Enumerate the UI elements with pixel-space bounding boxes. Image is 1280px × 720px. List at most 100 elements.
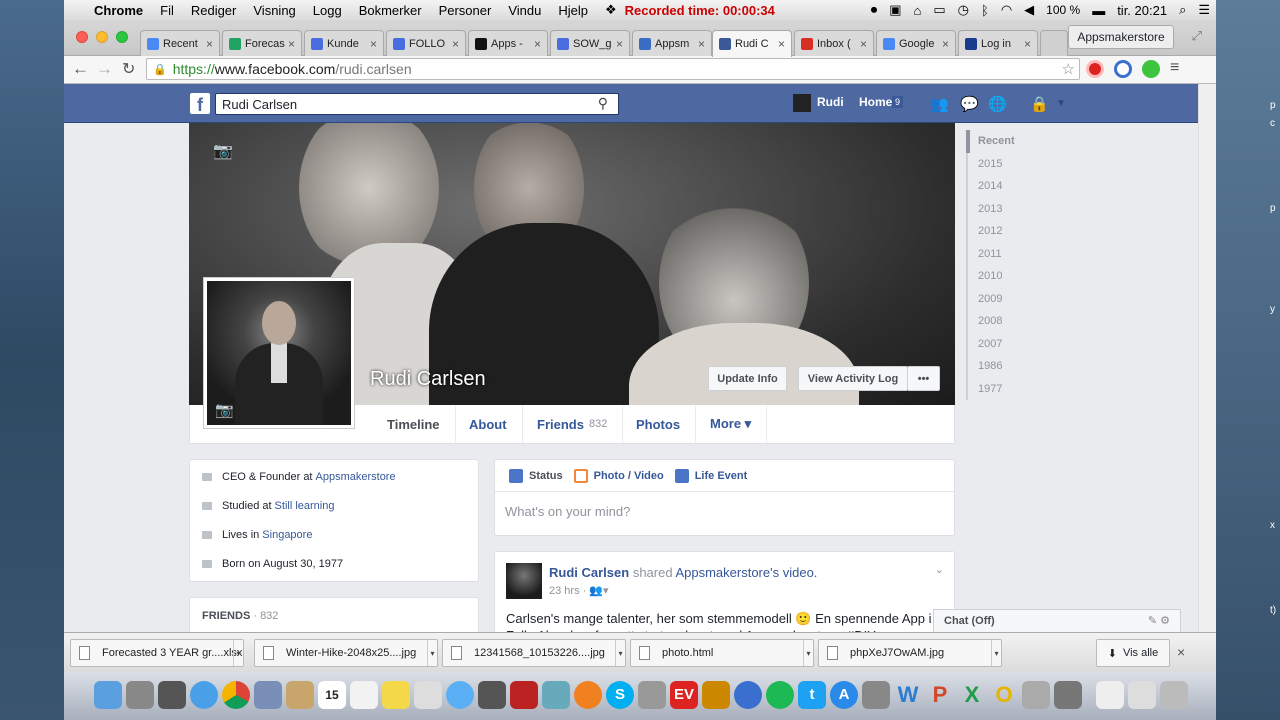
trash-icon[interactable] [1160, 681, 1188, 709]
year-link[interactable]: 2009 [966, 287, 1046, 310]
tab-close-icon[interactable]: × [370, 37, 377, 51]
chrome-icon[interactable] [222, 681, 250, 709]
new-tab-button[interactable] [1040, 30, 1068, 56]
back-icon[interactable]: ← [72, 59, 89, 79]
post-avatar[interactable] [506, 563, 542, 599]
year-link[interactable]: 2012 [966, 220, 1046, 243]
tab-close-icon[interactable]: × [942, 37, 949, 51]
post-page-link[interactable]: Appsmakerstore [675, 565, 770, 580]
year-link[interactable]: 2010 [966, 265, 1046, 288]
itunes-icon[interactable] [542, 681, 570, 709]
browser-tab[interactable]: Kunde × [304, 30, 384, 56]
year-link[interactable]: Recent [966, 130, 1046, 153]
user-name-link[interactable]: Rudi [817, 95, 844, 109]
twitter-icon[interactable]: t [798, 681, 826, 709]
time-machine-icon[interactable]: ◷ [958, 2, 969, 18]
year-link[interactable]: 2007 [966, 332, 1046, 355]
photos-icon[interactable] [414, 681, 442, 709]
display-icon[interactable]: ▭ [933, 2, 945, 18]
browser-tab[interactable]: SOW_g × [550, 30, 630, 56]
close-window-button[interactable] [76, 31, 88, 43]
evernote-dock-icon[interactable]: EV [670, 681, 698, 709]
address-bar[interactable]: 🔒 https://www.facebook.com/rudi.carlsen … [146, 58, 1080, 80]
year-link[interactable]: 2008 [966, 310, 1046, 333]
tab-timeline[interactable]: Timeline [372, 405, 456, 443]
browser-tab[interactable]: Appsm × [632, 30, 712, 56]
view-activity-log-button[interactable]: View Activity Log [798, 366, 908, 391]
close-downloads-icon[interactable]: × [1177, 644, 1185, 660]
quicktime-icon[interactable] [734, 681, 762, 709]
outlook-icon[interactable]: O [990, 681, 1018, 709]
profile-picture[interactable]: 📷 [203, 277, 355, 429]
opera-extension-icon[interactable] [1086, 60, 1104, 78]
tab-close-icon[interactable]: × [860, 37, 867, 51]
chat-bar[interactable]: Chat (Off) ✎ ⚙ [933, 609, 1181, 632]
download-item[interactable]: Forecasted 3 YEAR gr....xlsx ▾ [70, 639, 244, 667]
tab-more[interactable]: More ▾ [695, 405, 768, 443]
browser-tab-active[interactable]: Rudi C × [712, 30, 792, 57]
volume-icon[interactable]: ◀ [1024, 2, 1034, 18]
more-options-button[interactable]: ••• [907, 366, 940, 391]
privacy-shortcuts-icon[interactable]: 🔒 [1030, 95, 1049, 113]
tab-friends[interactable]: Friends 832 [522, 405, 624, 443]
tab-close-icon[interactable]: × [778, 37, 785, 51]
utilities-icon[interactable] [1022, 681, 1050, 709]
reload-icon[interactable]: ↻ [122, 59, 135, 79]
contacts-icon[interactable] [286, 681, 314, 709]
bluetooth-icon[interactable]: ᛒ [981, 3, 989, 18]
reminders-icon[interactable] [350, 681, 378, 709]
vpn-icon[interactable]: ⌂ [914, 3, 922, 18]
friends-heading[interactable]: FRIENDS [202, 610, 250, 622]
location-link[interactable]: Singapore [262, 529, 312, 541]
facebook-search-input[interactable]: Rudi Carlsen ⚲ [215, 93, 619, 115]
messages-icon[interactable] [446, 681, 474, 709]
preview-icon[interactable] [254, 681, 282, 709]
powerpoint-icon[interactable]: P [926, 681, 954, 709]
minimize-window-button[interactable] [96, 31, 108, 43]
profile-button[interactable]: Appsmakerstore [1068, 25, 1174, 49]
safari-icon[interactable] [190, 681, 218, 709]
download-item[interactable]: photo.html ▾ [630, 639, 814, 667]
tab-close-icon[interactable]: × [452, 37, 459, 51]
record-stop-icon[interactable]: ⏺ [871, 2, 878, 18]
system-preferences-icon[interactable] [862, 681, 890, 709]
notification-icon[interactable]: ▣ [889, 2, 901, 18]
launchpad-icon[interactable] [126, 681, 154, 709]
menu-file[interactable]: Fil [160, 3, 174, 18]
sync-extension-icon[interactable] [1114, 60, 1132, 78]
cover-camera-icon[interactable]: 📷 [213, 141, 233, 161]
account-menu-icon[interactable]: ▼ [1056, 98, 1066, 109]
user-avatar[interactable] [793, 94, 811, 112]
fullscreen-icon[interactable]: ⤢ [1192, 28, 1202, 44]
year-link[interactable]: 1986 [966, 355, 1046, 378]
menu-people[interactable]: Personer [439, 3, 492, 18]
documents-stack-icon[interactable] [1096, 681, 1124, 709]
browser-tab[interactable]: Log in × [958, 30, 1038, 56]
download-item[interactable]: phpXeJ7OwAM.jpg ▾ [818, 639, 1002, 667]
post-author-link[interactable]: Rudi Carlsen [549, 565, 629, 580]
app-icon[interactable] [702, 681, 730, 709]
notes-icon[interactable] [382, 681, 410, 709]
notifications-icon[interactable]: 🌐 [988, 95, 1007, 113]
mission-control-icon[interactable] [158, 681, 186, 709]
zoom-window-button[interactable] [116, 31, 128, 43]
bookmark-star-icon[interactable]: ☆ [1062, 60, 1075, 78]
browser-tab[interactable]: Recent × [140, 30, 220, 56]
menu-edit[interactable]: Rediger [191, 3, 237, 18]
audience-icon[interactable]: 👥▾ [589, 585, 608, 597]
year-link[interactable]: 2011 [966, 242, 1046, 265]
photo-booth-icon[interactable] [510, 681, 538, 709]
clock[interactable]: tir. 20:21 [1117, 3, 1167, 18]
update-info-button[interactable]: Update Info [708, 366, 787, 391]
notification-center-icon[interactable]: ☰ [1198, 2, 1210, 18]
forward-icon[interactable]: → [96, 59, 113, 79]
menu-view[interactable]: Visning [253, 3, 295, 18]
download-menu-arrow-icon[interactable]: ▾ [991, 640, 1001, 666]
facebook-logo-icon[interactable]: f [190, 93, 210, 115]
download-item[interactable]: Winter-Hike-2048x25....jpg ▾ [254, 639, 438, 667]
browser-tab[interactable]: Apps - × [468, 30, 548, 56]
browser-tab[interactable]: FOLLO × [386, 30, 466, 56]
status-input[interactable]: What's on your mind? [495, 492, 954, 531]
post-menu-chevron-icon[interactable]: ⌄ [935, 563, 944, 576]
post-time[interactable]: 23 hrs · [549, 585, 586, 597]
